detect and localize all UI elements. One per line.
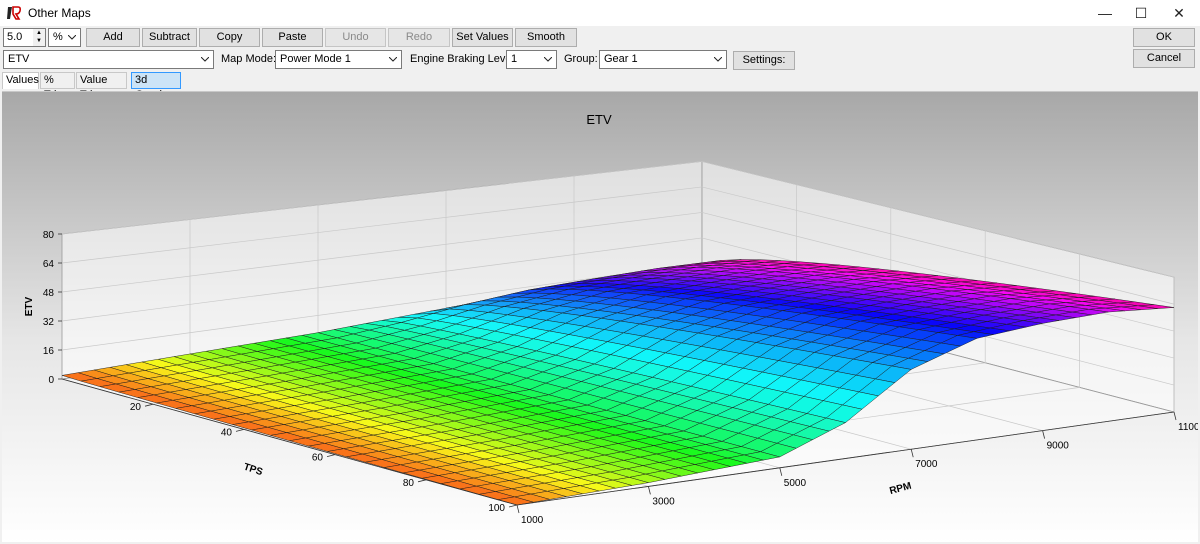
rpm-tick-label: 5000 [784, 478, 807, 489]
step-value-input[interactable]: 5.0 [3, 28, 34, 47]
add-button[interactable]: Add [86, 28, 140, 47]
set-values-button[interactable]: Set Values [452, 28, 513, 47]
group-value: Gear 1 [604, 53, 638, 65]
z-tick-label: 48 [43, 288, 55, 299]
chevron-down-icon [64, 29, 80, 46]
rpm-tick-label: 9000 [1047, 441, 1070, 452]
engine-braking-label: Engine Braking Level: [410, 53, 518, 65]
close-button[interactable]: ✕ [1160, 0, 1198, 26]
group-select[interactable]: Gear 1 [599, 50, 727, 69]
engine-braking-select[interactable]: 1 [506, 50, 557, 69]
z-tick-label: 16 [43, 346, 55, 357]
subtract-button[interactable]: Subtract [142, 28, 197, 47]
cancel-button[interactable]: Cancel [1133, 49, 1195, 68]
map-mode-select[interactable]: Power Mode 1 [275, 50, 402, 69]
spin-down-icon[interactable]: ▼ [33, 37, 45, 45]
title-bar: Other Maps — ☐ ✕ [0, 0, 1200, 26]
unit-select-value: % [53, 31, 63, 43]
tps-tick-label: 20 [130, 402, 142, 413]
group-label: Group: [564, 53, 598, 65]
engine-braking-value: 1 [511, 53, 518, 65]
tps-tick-label: 60 [312, 453, 324, 464]
z-tick-label: 64 [43, 259, 55, 270]
tps-tick-label: 40 [221, 427, 233, 438]
tps-tick-label: 80 [403, 478, 415, 489]
map-mode-value: Power Mode 1 [280, 53, 351, 65]
chevron-down-icon [385, 51, 401, 68]
rpm-tick-label: 11000 [1178, 422, 1198, 433]
chevron-down-icon [540, 51, 556, 68]
step-spinner[interactable]: ▲ ▼ [33, 28, 46, 47]
tab-values[interactable]: Values [2, 72, 39, 89]
map-mode-label: Map Mode: [221, 53, 277, 65]
tab-value-trim[interactable]: Value Trim [76, 72, 127, 101]
z-axis-label: ETV [24, 296, 35, 316]
z-tick-label: 80 [43, 230, 55, 241]
app-logo-icon [7, 6, 22, 20]
surface-chart[interactable]: 01632486480ETV20406080100TPS100030005000… [2, 92, 1198, 542]
window-title: Other Maps [28, 6, 91, 20]
map-select-value: ETV [8, 53, 30, 65]
rpm-tick-label: 1000 [521, 515, 544, 526]
chevron-down-icon [710, 51, 726, 68]
minimize-button[interactable]: — [1086, 0, 1124, 26]
graph-panel[interactable]: 0 16 32 48 64 80 ETV 20 40 60 80 100 TPS 1000 3000 5000… [2, 91, 1198, 542]
rpm-tick-label: 3000 [652, 496, 675, 507]
settings-button[interactable]: Settings: [733, 51, 795, 70]
redo-button[interactable]: Redo [388, 28, 450, 47]
maximize-button[interactable]: ☐ [1122, 0, 1160, 26]
z-tick-label: 0 [48, 375, 54, 386]
copy-button[interactable]: Copy [199, 28, 260, 47]
unit-select[interactable]: % [48, 28, 81, 47]
rpm-tick-label: 7000 [915, 459, 938, 470]
tab-3d-graph[interactable]: 3d Graph [131, 72, 181, 101]
smooth-button[interactable]: Smooth [515, 28, 577, 47]
z-tick-label: 32 [43, 317, 55, 328]
undo-button[interactable]: Undo [325, 28, 386, 47]
spin-up-icon[interactable]: ▲ [33, 29, 45, 37]
chart-title: ETV [586, 112, 612, 127]
ok-button[interactable]: OK [1133, 28, 1195, 47]
map-select[interactable]: ETV [3, 50, 214, 69]
paste-button[interactable]: Paste [262, 28, 323, 47]
tab-percent-trim[interactable]: % Trim [40, 72, 75, 101]
tps-tick-label: 100 [488, 503, 505, 514]
chevron-down-icon [197, 51, 213, 68]
